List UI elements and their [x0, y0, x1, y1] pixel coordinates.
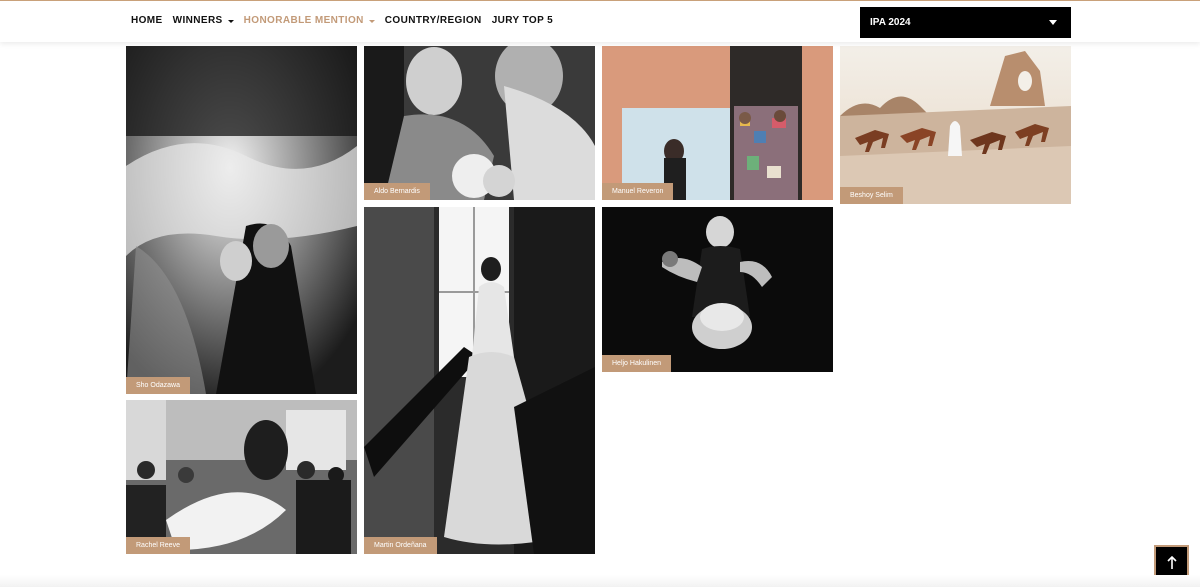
photo-credit: Aldo Bernardis — [364, 183, 430, 200]
photo-image — [602, 207, 833, 372]
photo-credit: Beshoy Selim — [840, 187, 903, 204]
nav-honorable-mention[interactable]: HONORABLE MENTION — [244, 15, 375, 26]
photo-image — [364, 207, 595, 554]
photo-tile[interactable]: Heljo Hakulinen — [602, 207, 833, 372]
nav-jury-top5-label: JURY TOP 5 — [491, 15, 554, 26]
year-select-value: IPA 2024 — [870, 17, 911, 28]
photo-credit: Rachel Reeve — [126, 537, 190, 554]
nav-honorable-mention-label: HONORABLE MENTION — [243, 15, 364, 26]
main-nav: HOME WINNERS HONORABLE MENTION COUNTRY/R… — [131, 15, 563, 26]
chevron-down-icon — [1049, 20, 1057, 25]
nav-jury-top5[interactable]: JURY TOP 5 — [492, 15, 553, 26]
photo-tile[interactable]: Rachel Reeve — [126, 400, 357, 554]
photo-tile[interactable]: Martin Ordeñana — [364, 207, 595, 554]
chevron-down-icon — [227, 19, 234, 23]
page-bottom-edge — [0, 575, 1200, 587]
photo-image — [840, 46, 1071, 204]
year-select[interactable]: IPA 2024 — [860, 7, 1071, 38]
photo-image — [126, 400, 357, 554]
nav-home-label: HOME — [131, 15, 163, 26]
nav-country-region[interactable]: COUNTRY/REGION — [385, 15, 482, 26]
nav-home[interactable]: HOME — [131, 15, 163, 26]
nav-country-region-label: COUNTRY/REGION — [384, 15, 482, 26]
photo-tile[interactable]: Beshoy Selim — [840, 46, 1071, 204]
photo-tile[interactable]: Sho Odazawa — [126, 46, 357, 394]
top-navbar: HOME WINNERS HONORABLE MENTION COUNTRY/R… — [0, 0, 1200, 42]
photo-credit: Manuel Reveron — [602, 183, 674, 200]
nav-winners-label: WINNERS — [172, 15, 223, 26]
photo-credit: Martin Ordeñana — [364, 537, 437, 554]
photo-image — [126, 46, 357, 394]
photo-tile[interactable]: Manuel Reveron — [602, 46, 833, 200]
arrow-up-icon — [1166, 556, 1177, 569]
photo-credit: Sho Odazawa — [126, 377, 190, 394]
photo-tile[interactable]: Aldo Bernardis — [364, 46, 595, 200]
photo-image — [364, 46, 595, 200]
photo-image — [602, 46, 833, 200]
chevron-down-icon — [368, 19, 375, 23]
photo-credit: Heljo Hakulinen — [602, 355, 672, 372]
nav-winners[interactable]: WINNERS — [173, 15, 234, 26]
